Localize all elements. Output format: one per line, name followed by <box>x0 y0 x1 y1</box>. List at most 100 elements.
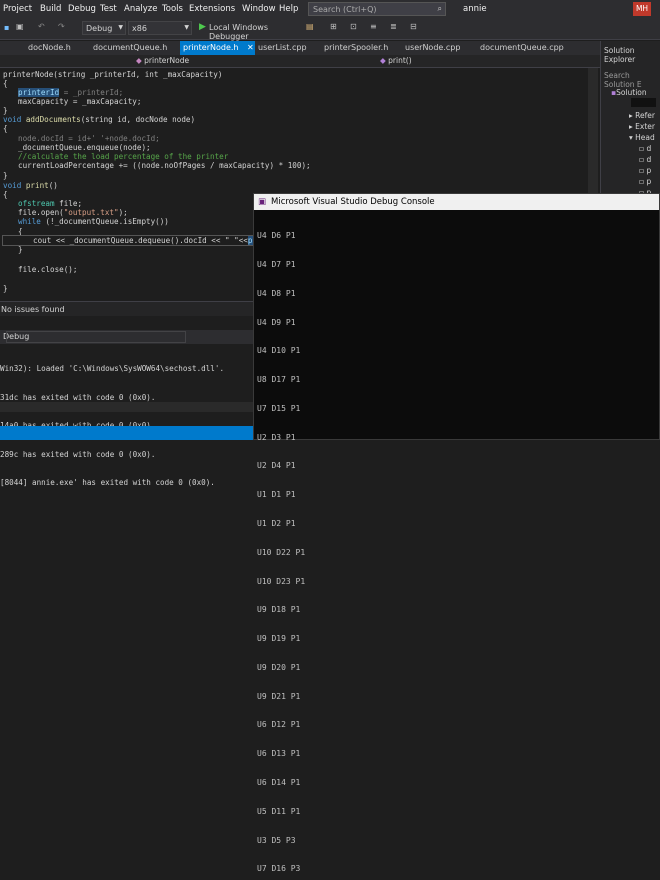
code-line: file.open("output.txt"); <box>18 208 128 217</box>
output-header: Debug <box>0 330 253 344</box>
issues-status: No issues found <box>1 305 65 314</box>
console-line: U2 D3 P1 <box>257 432 296 442</box>
console-title-bar[interactable]: ▣ Microsoft Visual Studio Debug Console <box>254 194 659 210</box>
code-line: { <box>3 124 8 133</box>
output-scrollbar[interactable] <box>0 402 253 412</box>
status-bar <box>0 426 253 440</box>
console-title: Microsoft Visual Studio Debug Console <box>271 197 435 207</box>
redo-icon[interactable]: ↷ <box>58 22 65 31</box>
console-line: U6 D12 P1 <box>257 720 301 730</box>
chevron-down-icon: ▼ <box>118 24 123 31</box>
code-line: void print() <box>3 181 58 190</box>
play-icon: ▶ <box>199 22 206 32</box>
console-line: U1 D2 P1 <box>257 519 296 528</box>
menu-item-help[interactable]: Help <box>279 4 298 14</box>
project-node[interactable] <box>631 98 656 107</box>
document-tabs: docNode.h documentQueue.h printerNode.h … <box>0 41 600 57</box>
platform-dropdown[interactable]: x86 ▼ <box>128 21 192 35</box>
menu-item-tools[interactable]: Tools <box>162 4 183 14</box>
code-line: void addDocuments(string id, docNode nod… <box>3 115 196 124</box>
vs-console-icon: ▣ <box>258 197 267 207</box>
bookmark-icon[interactable]: ⊟ <box>410 22 417 31</box>
menu-item-extensions[interactable]: Extensions <box>189 4 235 14</box>
code-line: cout << _documentQueue.dequeue().docId <… <box>33 236 290 245</box>
save-all-icon[interactable]: ▣ <box>16 22 24 31</box>
code-line: _documentQueue.enqueue(node); <box>18 143 151 152</box>
code-line: currentLoadPercentage += ((node.noOfPage… <box>18 161 311 170</box>
editor-status: No issues found <box>0 301 253 316</box>
code-line: maxCapacity = _maxCapacity; <box>18 97 142 106</box>
tool-icon[interactable]: ≣ <box>390 22 397 31</box>
code-line: } <box>3 171 8 180</box>
output-line: 289c has exited with code 0 (0x0). <box>0 449 156 459</box>
solution-search[interactable]: Search Solution E <box>604 71 660 89</box>
tree-item[interactable]: ▸ Refer <box>629 111 655 120</box>
code-comment: //calculate the load percentage of the p… <box>18 152 229 161</box>
run-label: Local Windows Debugger <box>209 23 268 41</box>
console-line: U7 D16 P3 <box>257 864 301 874</box>
solution-root[interactable]: ▪Solution <box>611 88 647 97</box>
console-line: U10 D23 P1 <box>257 576 306 586</box>
console-line: U6 D14 P1 <box>257 778 301 788</box>
undo-icon[interactable]: ↶ <box>38 22 45 31</box>
avatar[interactable]: MH <box>633 2 651 16</box>
file-icon: ▫ <box>639 177 645 186</box>
output-line: [8044] annie.exe' has exited with code 0… <box>0 478 215 487</box>
member-value: print() <box>388 56 412 65</box>
console-line: U5 D11 P1 <box>257 806 301 816</box>
debug-console-window[interactable]: ▣ Microsoft Visual Studio Debug Console … <box>253 193 660 873</box>
tree-item[interactable]: ▫ d <box>639 155 651 164</box>
tool-icon[interactable]: ⊡ <box>350 22 357 31</box>
folder-icon[interactable]: ▤ <box>306 22 314 31</box>
output-source-dropdown[interactable] <box>6 331 186 343</box>
run-button[interactable]: ▶ Local Windows Debugger <box>197 21 301 41</box>
menu-item-test[interactable]: Test <box>100 4 117 14</box>
toolbar: ▪ ▣ ↶ ↷ Debug ▼ x86 ▼ ▶ Local Windows De… <box>0 18 660 41</box>
console-line: U9 D18 P1 <box>257 605 301 615</box>
solution-explorer-title: Solution Explorer <box>604 46 636 64</box>
file-icon: ▫ <box>639 144 645 153</box>
tree-item[interactable]: ▫ p <box>639 166 651 175</box>
search-box[interactable]: Search (Ctrl+Q) ⌕ <box>308 2 446 16</box>
menu-item-window[interactable]: Window <box>242 4 276 14</box>
menu-item-analyze[interactable]: Analyze <box>124 4 158 14</box>
scope-dropdown[interactable]: ◆ printerNode <box>136 56 256 67</box>
file-icon: ▫ <box>639 155 645 164</box>
tool-icon[interactable]: ≡ <box>370 22 377 31</box>
console-line: U3 D5 P3 <box>257 835 296 845</box>
file-icon: ▫ <box>639 166 645 175</box>
output-panel: Win32): Loaded 'C:\Windows\SysWOW64\sech… <box>0 345 253 487</box>
console-line: U1 D1 P1 <box>257 490 296 500</box>
console-line: U4 D8 P1 <box>257 288 296 298</box>
navigation-bar: ◆ printerNode ◆ print() <box>0 55 600 68</box>
config-dropdown[interactable]: Debug ▼ <box>82 21 126 35</box>
console-line: U9 D21 P1 <box>257 691 301 701</box>
console-output: U4 D6 P1 U4 D7 P1 U4 D8 P1 U4 D9 P1 U4 D… <box>257 212 305 880</box>
code-line: } <box>3 106 8 115</box>
code-line: } <box>3 284 8 293</box>
tree-item[interactable]: ▸ Exter <box>629 122 655 131</box>
tree-item[interactable]: ▾ Head <box>629 133 655 142</box>
code-line: } <box>18 245 23 254</box>
menu-item-project[interactable]: Project <box>3 4 32 14</box>
tab-label: printerNode.h <box>183 43 239 52</box>
console-line: U9 D20 P1 <box>257 662 301 672</box>
menu-item-debug[interactable]: Debug <box>68 4 96 14</box>
console-line: U10 D22 P1 <box>257 547 306 557</box>
tree-item[interactable]: ▫ p <box>639 177 651 186</box>
user-name[interactable]: annie <box>463 4 487 14</box>
debug-tools-icon[interactable]: ⊞ <box>330 22 337 31</box>
tree-item[interactable]: ▫ d <box>639 144 651 153</box>
close-icon[interactable]: ✕ <box>247 43 254 52</box>
code-line: ofstream file; <box>18 199 83 208</box>
method-icon: ◆ <box>380 56 386 65</box>
console-line: U4 D7 P1 <box>257 259 296 269</box>
member-dropdown[interactable]: ◆ print() <box>380 56 520 67</box>
chevron-down-icon: ▼ <box>184 24 189 31</box>
config-value: Debug <box>86 24 113 33</box>
save-icon[interactable]: ▪ <box>4 23 9 32</box>
search-placeholder: Search (Ctrl+Q) <box>313 5 377 14</box>
code-line: { <box>3 79 8 88</box>
console-line: U4 D10 P1 <box>257 346 301 356</box>
menu-item-build[interactable]: Build <box>40 4 61 14</box>
